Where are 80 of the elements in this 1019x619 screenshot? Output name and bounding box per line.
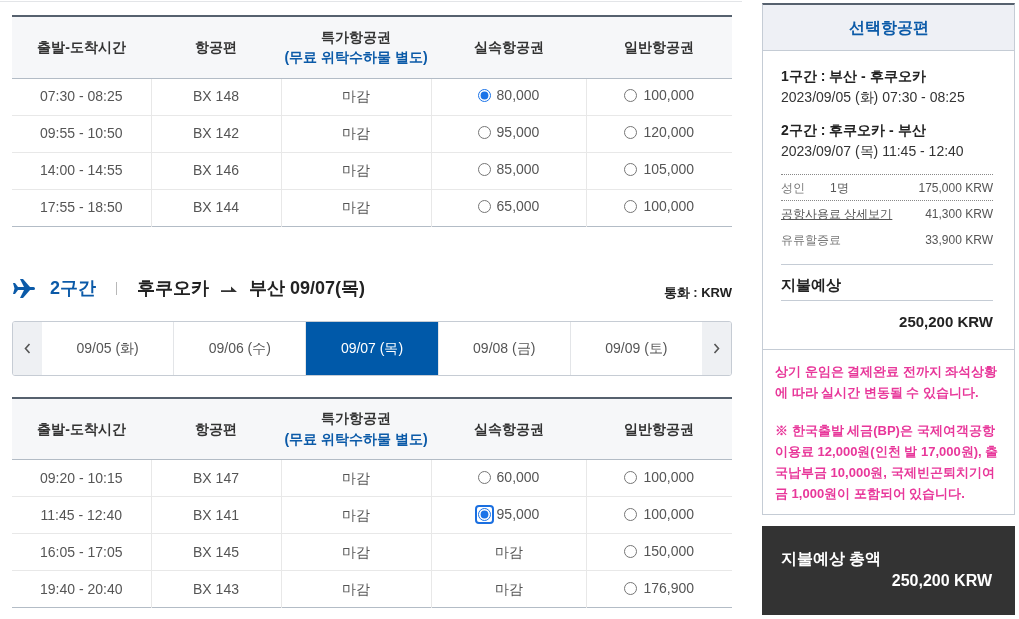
table-cell: BX 146 xyxy=(151,152,281,189)
segment-label: 2구간 xyxy=(50,277,96,300)
table-cell: 마감 xyxy=(431,570,586,608)
table-cell: BX 142 xyxy=(151,115,281,152)
table-cell: BX 148 xyxy=(151,78,281,115)
fare-price: 100,000 xyxy=(643,197,695,216)
table-cell: 마감 xyxy=(281,78,431,115)
column-header: 특가항공권 xyxy=(321,410,391,427)
fare-price: 120,000 xyxy=(643,123,695,142)
segment-schedule: 2023/09/05 (화) 07:30 - 08:25 xyxy=(781,88,966,107)
fare-price: 100,000 xyxy=(643,504,695,524)
segment-route: 1구간 : 부산 - 후쿠오카 xyxy=(781,67,927,86)
column-note: (무료 위탁수하물 별도) xyxy=(284,430,428,447)
chevron-right-icon xyxy=(713,342,720,354)
table-cell: 마감 xyxy=(281,152,431,189)
total-label: 지불예상 총액 xyxy=(781,549,883,569)
table-cell: 19:40 - 20:40 xyxy=(12,570,151,608)
column-header: 실속항공권 xyxy=(473,420,544,437)
route-origin: 후쿠오카 xyxy=(137,277,209,300)
fare-price: 80,000 xyxy=(496,86,540,105)
table-cell: 마감 xyxy=(281,496,431,534)
currency-label: 통화 : KRW xyxy=(663,284,732,303)
segment-schedule: 2023/09/07 (목) 11:45 - 12:40 xyxy=(781,142,965,161)
airplane-icon xyxy=(12,278,36,299)
chevron-left-icon xyxy=(24,342,31,354)
table-cell: 14:00 - 14:55 xyxy=(12,152,151,189)
column-note: (무료 위탁수하물 별도) xyxy=(284,49,428,66)
table-cell: 마감 xyxy=(431,533,586,571)
column-header: 특가항공권 xyxy=(321,28,391,45)
fare-price: 100,000 xyxy=(643,467,695,487)
route-destination: 부산 09/07(목) xyxy=(249,277,366,300)
total-amount: 250,200 KRW xyxy=(890,571,992,591)
fare-price: 95,000 xyxy=(496,123,540,142)
table-cell: 마감 xyxy=(281,115,431,152)
table-cell: 마감 xyxy=(281,533,431,571)
column-header: 실속항공권 xyxy=(473,39,544,56)
charge-label: 성인 xyxy=(781,179,806,197)
table-cell: BX 145 xyxy=(151,533,281,571)
date-tab[interactable]: 09/07 (목) xyxy=(305,321,438,375)
notice-text: 상기 운임은 결제완료 전까지 좌석상황에 따라 실시간 변동될 수 있습니다. xyxy=(775,363,999,402)
table-cell: 09:55 - 10:50 xyxy=(12,115,151,152)
table-cell: 17:55 - 18:50 xyxy=(12,189,151,226)
fare-price: 60,000 xyxy=(496,467,540,487)
column-header: 출발-도착시간 xyxy=(37,39,126,56)
table-cell: 마감 xyxy=(281,189,431,226)
estimate-amount: 250,200 KRW xyxy=(898,311,993,332)
column-header: 항공편 xyxy=(195,420,237,437)
table-cell: 마감 xyxy=(281,570,431,608)
segment-route: 2구간 : 후쿠오카 - 부산 xyxy=(781,121,927,140)
details-link[interactable]: 공항사용료 상세보기 xyxy=(781,205,893,223)
charge-amount: 33,900 KRW xyxy=(925,232,993,249)
table-cell: BX 143 xyxy=(151,570,281,608)
notice-text: ※ 한국출발 세금(BP)은 국제여객공항이용료 12,000원(인천 발 17,000원), 출국납부금 10,000원, 국제빈곤퇴치기여금 1,000원이 포함되어 있습니다. xyxy=(775,422,1000,503)
table-cell: 11:45 - 12:40 xyxy=(12,496,151,534)
table-cell: BX 144 xyxy=(151,189,281,226)
fare-price: 85,000 xyxy=(496,160,540,179)
table-cell: BX 141 xyxy=(151,496,281,534)
fare-price: 100,000 xyxy=(643,86,695,105)
radio-button[interactable] xyxy=(474,504,494,524)
column-header: 항공편 xyxy=(195,39,237,56)
table-cell: 16:05 - 17:05 xyxy=(12,533,151,571)
panel-title: 선택항공편 xyxy=(848,17,929,38)
fare-price: 105,000 xyxy=(643,160,695,179)
table-cell: 마감 xyxy=(281,459,431,497)
table-cell: BX 147 xyxy=(151,459,281,497)
fare-price: 65,000 xyxy=(496,197,540,216)
charge-amount: 41,300 KRW xyxy=(925,206,993,223)
fare-price: 95,000 xyxy=(496,504,540,524)
fare-price: 176,900 xyxy=(643,578,695,598)
estimate-label: 지불예상 xyxy=(781,274,993,301)
column-header: 일반항공권 xyxy=(624,420,694,437)
arrow-icon xyxy=(221,284,237,293)
table-cell: 07:30 - 08:25 xyxy=(12,78,151,115)
charge-label: 유류할증료 xyxy=(781,232,841,249)
fare-price: 150,000 xyxy=(643,541,695,561)
table-cell: 09:20 - 10:15 xyxy=(12,459,151,497)
column-header: 출발-도착시간 xyxy=(37,420,126,437)
passenger-count: 1명 xyxy=(830,179,849,197)
column-header: 일반항공권 xyxy=(624,39,694,56)
charge-amount: 175,000 KRW xyxy=(918,179,993,197)
